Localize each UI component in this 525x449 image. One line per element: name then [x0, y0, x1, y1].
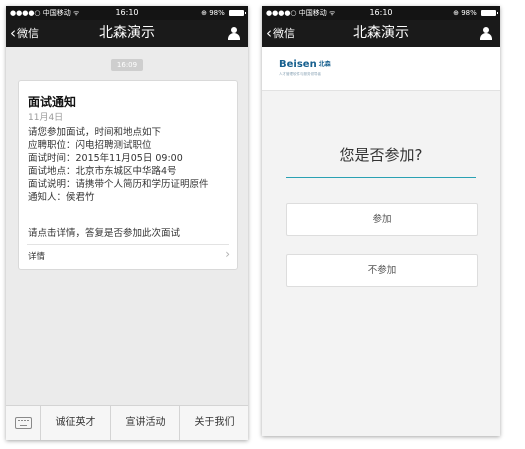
chevron-right-icon: › [225, 247, 230, 261]
battery-percent: ⊕ 98% [453, 9, 477, 17]
notice-line: 面试说明：请携带个人简历和学历证明原件 [28, 179, 209, 190]
chat-timestamp: 16:09 [111, 59, 143, 71]
menu-item-about-us[interactable]: 关于我们 [179, 406, 248, 440]
custom-menu-bar: 诚征英才 宣讲活动 关于我们 [6, 405, 248, 440]
battery-percent: ⊕ 98% [201, 9, 225, 17]
notice-title: 面试通知 [28, 95, 77, 109]
divider [27, 244, 229, 245]
interview-notice-card[interactable]: 面试通知 11月4日 请您参加面试，时间和地点如下 应聘职位：闪电招聘测试职位 … [18, 80, 238, 270]
page-title: 北森演示 [99, 25, 155, 41]
battery-indicator: ⊕ 98% [201, 6, 246, 20]
notice-line: 请您参加面试，时间和地点如下 [28, 127, 162, 138]
attend-button[interactable]: 参加 [286, 203, 478, 236]
user-profile-icon[interactable] [228, 27, 240, 40]
battery-icon [229, 10, 246, 16]
notice-prompt: 请点击详情，答复是否参加此次面试 [28, 228, 181, 239]
status-bar: ●●●●○ 中国移动 ᯤ 16:10 ⊕ 98% [262, 6, 500, 20]
menu-item-careers[interactable]: 诚征英才 [41, 406, 110, 440]
brand-header: Beisen 北森 人才管理软件与服务领导者 [262, 47, 500, 91]
brand-tagline: 人才管理软件与服务领导者 [279, 72, 321, 76]
user-profile-icon[interactable] [480, 27, 492, 40]
battery-indicator: ⊕ 98% [453, 6, 498, 20]
status-bar: ●●●●○ 中国移动 ᯤ 16:10 ⊕ 98% [6, 6, 248, 20]
notice-body: 请您参加面试，时间和地点如下 应聘职位：闪电招聘测试职位 面试时间：2015年1… [28, 126, 234, 204]
decline-button[interactable]: 不参加 [286, 254, 478, 287]
brand-logo: Beisen 北森 [279, 59, 331, 70]
nav-bar: ‹微信 北森演示 [262, 20, 500, 47]
notice-line: 应聘职位：闪电招聘测试职位 [28, 140, 152, 151]
web-page: Beisen 北森 人才管理软件与服务领导者 您是否参加? 参加 不参加 [262, 47, 500, 436]
notice-line: 通知人：侯君竹 [28, 192, 95, 203]
divider [286, 177, 476, 178]
phone-confirm-screen: ●●●●○ 中国移动 ᯤ 16:10 ⊕ 98% ‹微信 北森演示 Beisen… [262, 6, 500, 436]
attendance-question: 您是否参加? [339, 146, 423, 164]
notice-line: 面试时间：2015年11月05日 09:00 [28, 153, 183, 164]
keyboard-toggle-button[interactable] [6, 406, 41, 440]
notice-line: 面试地点：北京市东城区中华路4号 [28, 166, 177, 177]
nav-bar: ‹微信 北森演示 [6, 20, 248, 47]
detail-link[interactable]: 详情 [28, 250, 45, 262]
battery-icon [481, 10, 498, 16]
keyboard-icon [15, 417, 32, 429]
page-title: 北森演示 [353, 25, 409, 41]
notice-date: 11月4日 [28, 113, 64, 123]
menu-item-campus-talks[interactable]: 宣讲活动 [110, 406, 180, 440]
phone-chat-screen: ●●●●○ 中国移动 ᯤ 16:10 ⊕ 98% ‹微信 北森演示 16:09 … [6, 6, 248, 440]
